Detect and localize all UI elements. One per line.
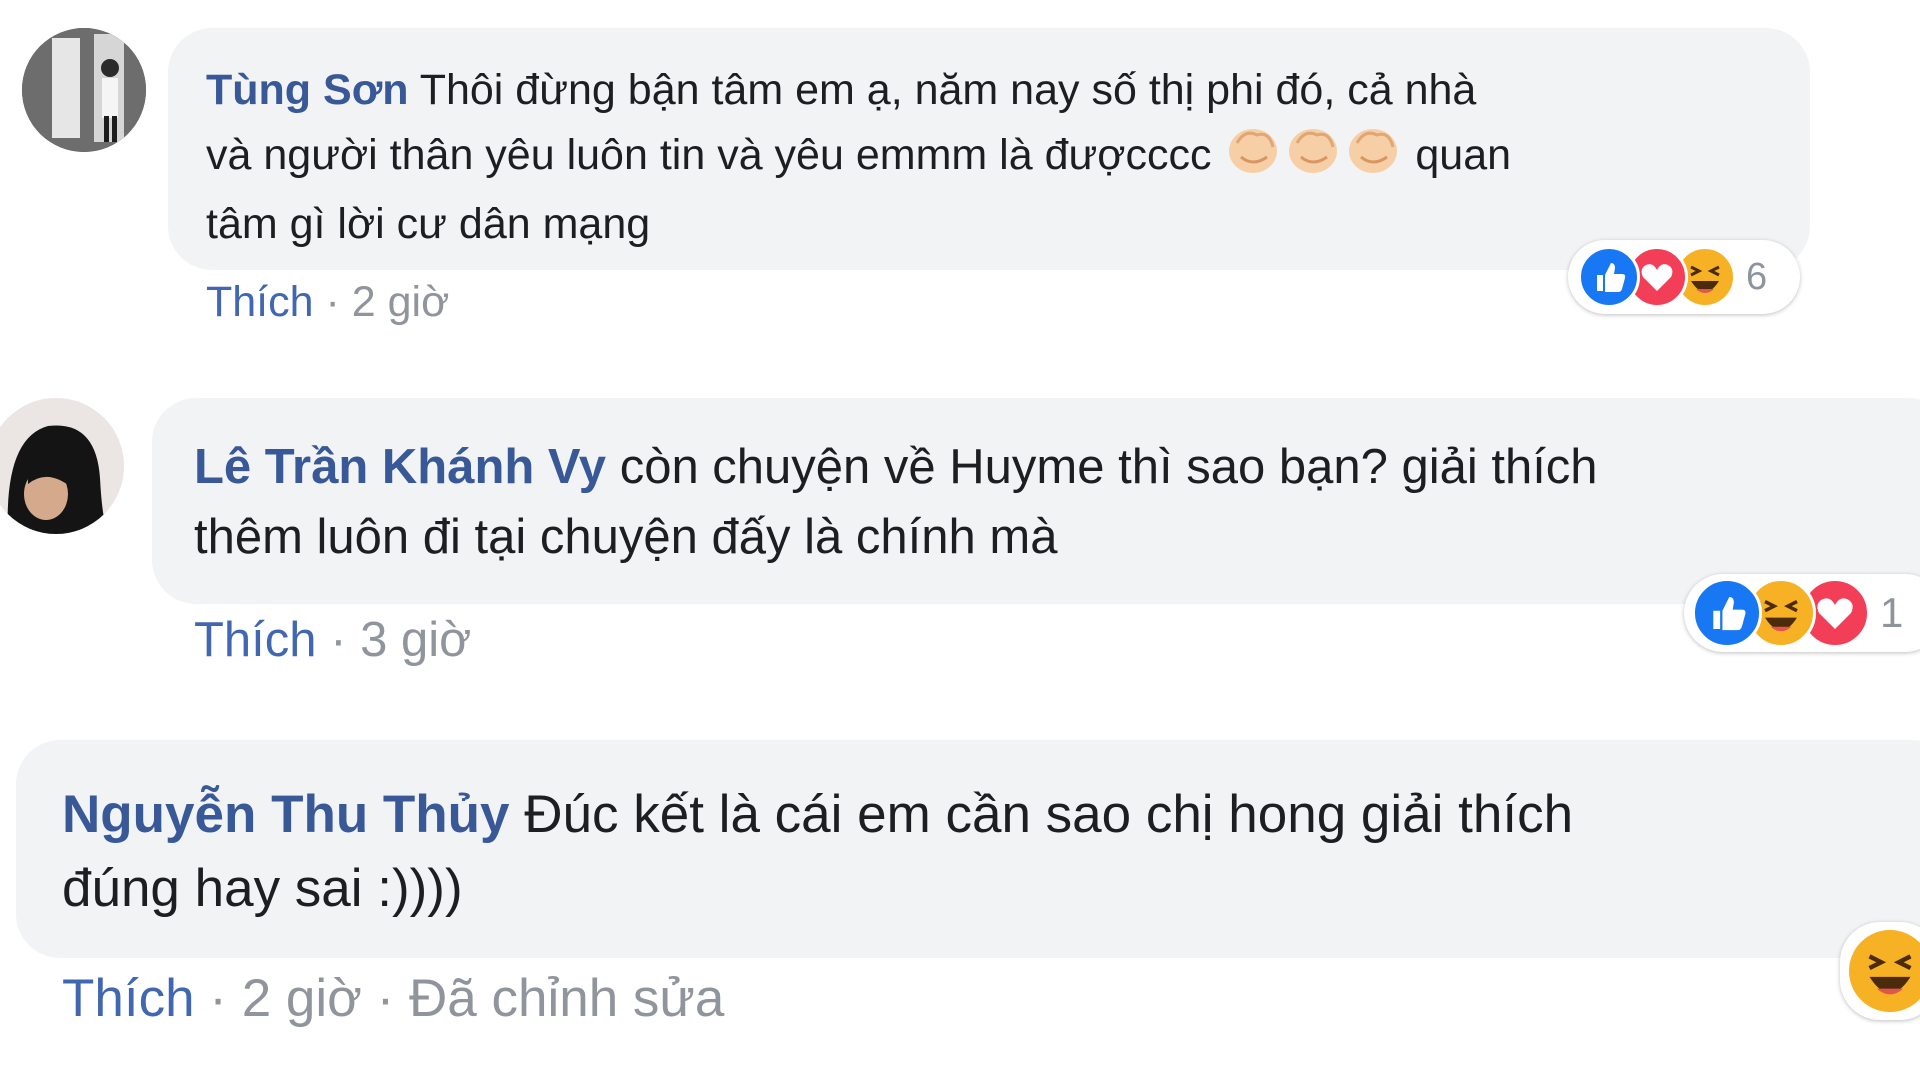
reaction-count: 1 — [1880, 589, 1904, 636]
comment-author-link[interactable]: Lê Trần Khánh Vy — [194, 440, 606, 494]
like-link[interactable]: Thích — [194, 613, 317, 667]
timestamp-link[interactable]: 2 giờ — [352, 278, 450, 326]
separator-dot: · — [376, 969, 395, 1028]
timestamp-link[interactable]: 2 giờ — [242, 969, 362, 1028]
reactions-summary[interactable]: 6 — [1568, 240, 1800, 314]
like-reaction-icon — [1578, 246, 1640, 308]
haha-reaction-icon — [1846, 927, 1920, 1015]
comment-text: và người thân yêu luôn tin và yêu emmm l… — [206, 130, 1212, 179]
comment-text: Thôi đừng bận tâm em ạ, năm nay số thị p… — [419, 66, 1477, 114]
reactions-summary[interactable] — [1840, 922, 1920, 1020]
clapping-hands-icon — [1223, 121, 1283, 194]
comment-text: đúng hay sai :)))) — [62, 859, 463, 918]
comment-actions: Thích · 2 giờ · Đã chỉnh sửa — [62, 968, 724, 1029]
comment-text: quan — [1415, 130, 1512, 179]
avatar-photo — [0, 398, 124, 534]
separator-dot: · — [330, 613, 347, 667]
comment-actions: Thích · 2 giờ — [206, 278, 449, 327]
comment-text: tâm gì lời cư dân mạng — [206, 200, 651, 248]
comment-bubble: Lê Trần Khánh Vy còn chuyện về Huyme thì… — [152, 398, 1920, 604]
comment-text: còn chuyện về Huyme thì sao bạn? giải th… — [619, 440, 1598, 494]
clapping-hands-icon — [1283, 121, 1343, 194]
clapping-hands-icon — [1343, 121, 1403, 194]
like-link[interactable]: Thích — [62, 969, 195, 1028]
reactions-summary[interactable]: 1 — [1684, 574, 1920, 652]
separator-dot: · — [325, 278, 340, 326]
avatar-photo — [22, 28, 146, 152]
timestamp-link[interactable]: 3 giờ — [360, 613, 471, 667]
avatar[interactable] — [22, 28, 146, 152]
comment-bubble: Tùng Sơn Thôi đừng bận tâm em ạ, năm nay… — [168, 28, 1810, 270]
comment-author-link[interactable]: Nguyễn Thu Thủy — [62, 785, 510, 844]
comment-actions: Thích · 3 giờ — [194, 612, 471, 668]
comment-text: Đúc kết là cái em cần sao chị hong giải … — [524, 785, 1574, 844]
like-link[interactable]: Thích — [206, 278, 314, 326]
comment-text: thêm luôn đi tại chuyện đấy là chính mà — [194, 510, 1058, 564]
reaction-count: 6 — [1746, 255, 1768, 298]
comment-bubble: Nguyễn Thu Thủy Đúc kết là cái em cần sa… — [16, 740, 1920, 958]
separator-dot: · — [209, 969, 227, 1028]
comment-author-link[interactable]: Tùng Sơn — [206, 66, 409, 114]
edited-label[interactable]: Đã chỉnh sửa — [409, 969, 724, 1028]
like-reaction-icon — [1692, 578, 1762, 648]
avatar[interactable] — [0, 398, 124, 534]
